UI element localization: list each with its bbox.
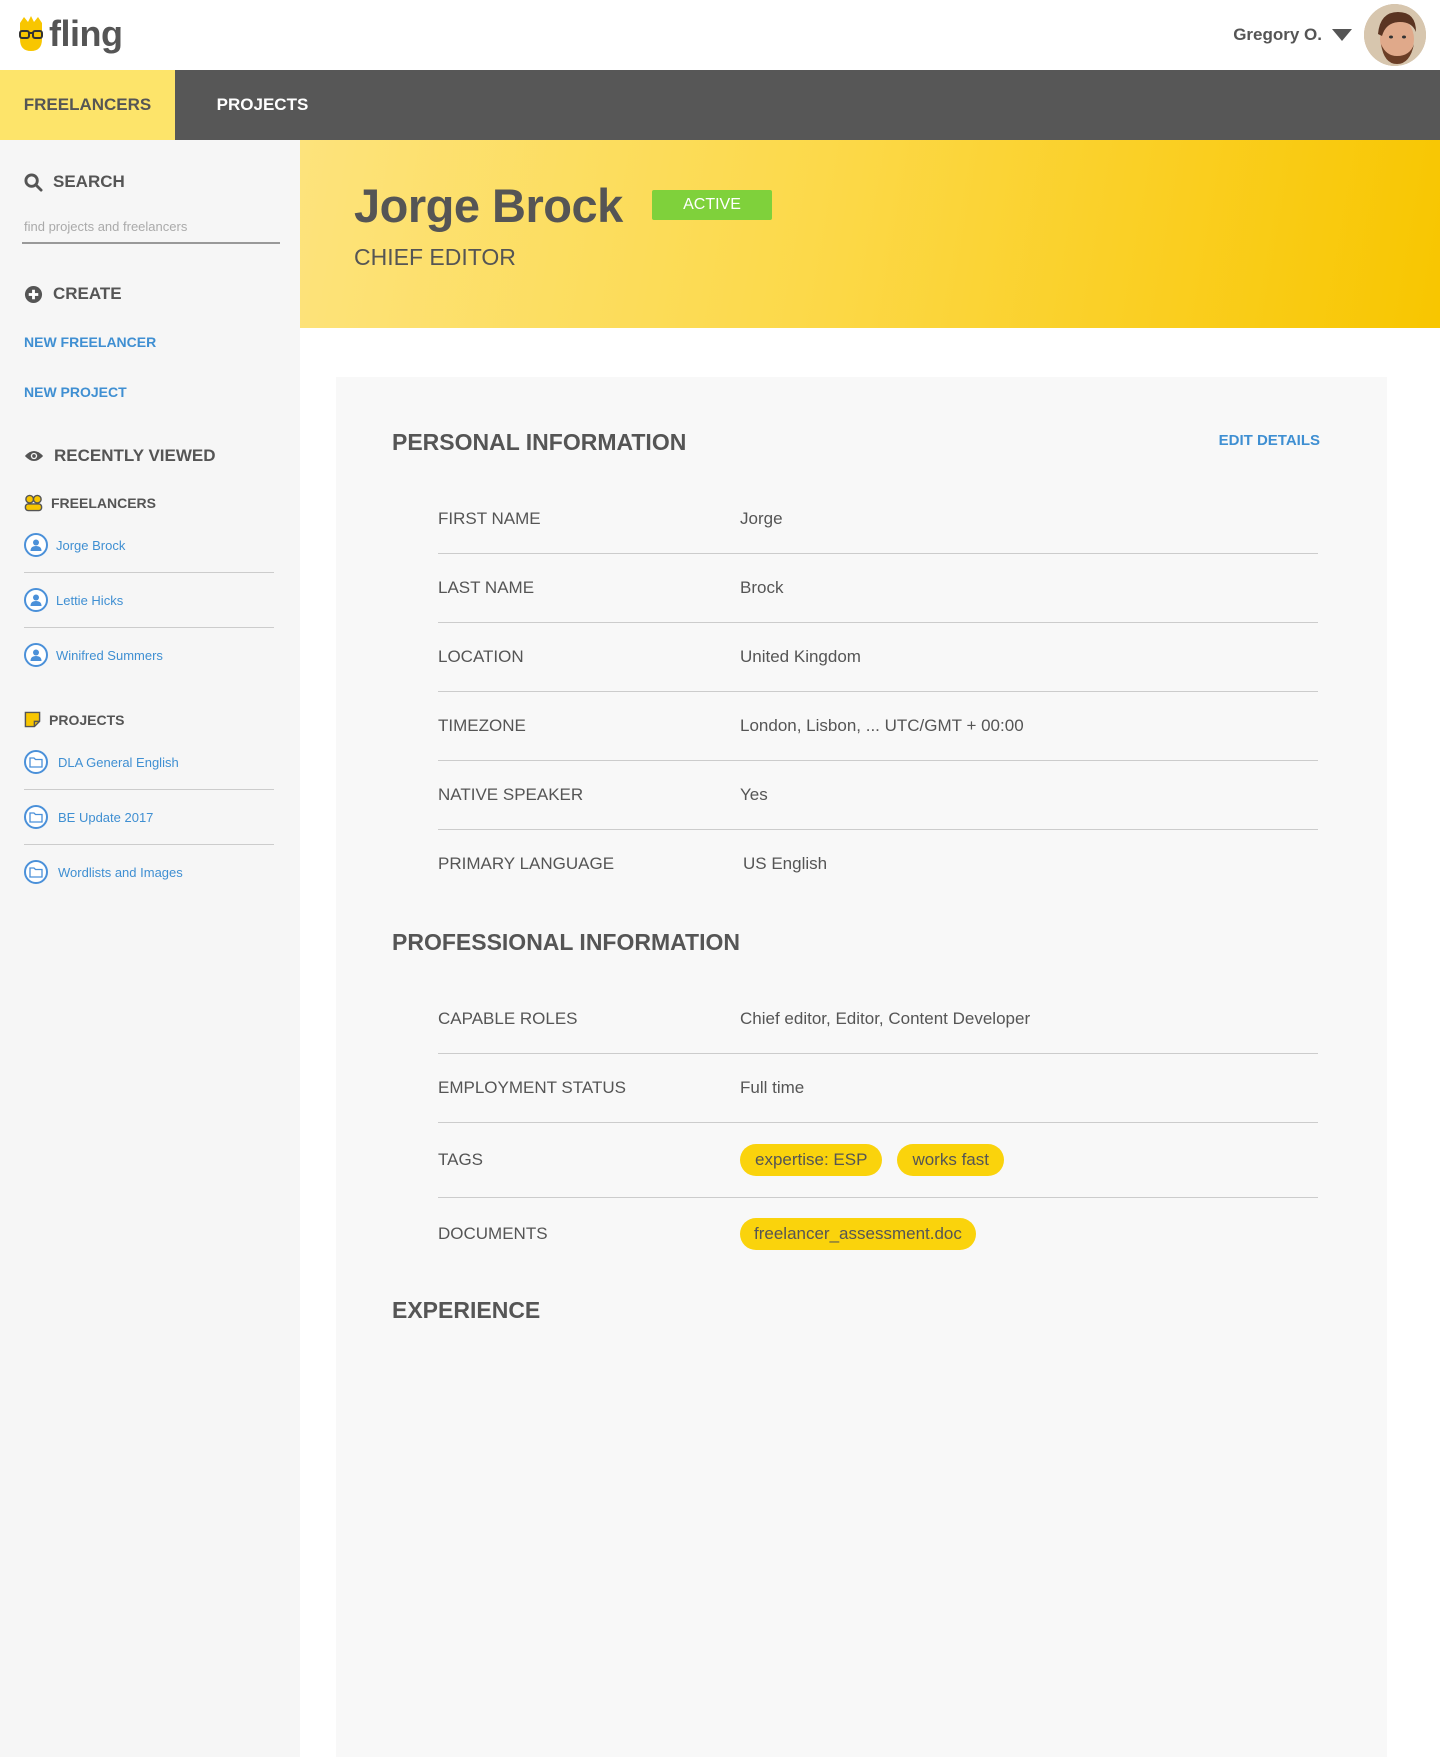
field-value: Brock: [740, 578, 784, 597]
user-icon: [24, 588, 48, 612]
search-input[interactable]: [22, 210, 280, 244]
field-row-tags: TAGS expertise: ESP works fast: [438, 1123, 1318, 1198]
recent-project-item[interactable]: Wordlists and Images: [24, 845, 274, 899]
status-badge: ACTIVE: [652, 190, 772, 220]
tag-pill[interactable]: expertise: ESP: [740, 1144, 883, 1176]
field-row: LOCATION United Kingdom: [438, 623, 1318, 692]
field-row: NATIVE SPEAKER Yes: [438, 761, 1318, 830]
recently-viewed-heading: RECENTLY VIEWED: [24, 446, 216, 466]
professional-info-title: PROFESSIONAL INFORMATION: [392, 929, 740, 955]
user-icon: [24, 643, 48, 667]
chevron-down-icon[interactable]: [1332, 29, 1352, 41]
plus-circle-icon: [24, 285, 43, 303]
recent-freelancer-name: Jorge Brock: [56, 537, 126, 553]
document-pill[interactable]: freelancer_assessment.doc: [740, 1218, 976, 1250]
field-value: London, Lisbon, ... UTC/GMT + 00:00: [740, 716, 1024, 735]
field-label: TAGS: [438, 1150, 484, 1169]
main-nav: FREELANCERS PROJECTS: [0, 70, 1440, 140]
new-freelancer-link[interactable]: NEW FREELANCER: [24, 334, 156, 350]
recent-project-item[interactable]: DLA General English: [24, 735, 274, 790]
recent-project-name: DLA General English: [58, 754, 179, 770]
field-value: US English: [743, 854, 828, 873]
field-label: FIRST NAME: [438, 509, 541, 528]
profile-card: PERSONAL INFORMATION EDIT DETAILS FIRST …: [336, 377, 1387, 1757]
search-heading: SEARCH: [24, 172, 125, 192]
recently-viewed-label: RECENTLY VIEWED: [54, 446, 216, 465]
profile-role: CHIEF EDITOR: [354, 244, 516, 270]
edit-details-button[interactable]: EDIT DETAILS: [1219, 432, 1320, 449]
recent-freelancer-item[interactable]: Jorge Brock: [24, 518, 274, 573]
folder-icon: [24, 860, 48, 884]
recent-freelancers-label: FREELANCERS: [51, 495, 157, 511]
group-icon: [24, 494, 43, 512]
folder-icon: [24, 750, 48, 774]
field-row: FIRST NAME Jorge: [438, 485, 1318, 554]
field-label: PRIMARY LANGUAGE: [438, 854, 615, 873]
field-label: LOCATION: [438, 647, 524, 666]
recent-projects-heading: PROJECTS: [24, 711, 124, 728]
logo-text: fling: [49, 13, 123, 54]
recent-project-item[interactable]: BE Update 2017: [24, 790, 274, 845]
field-label: DOCUMENTS: [438, 1224, 548, 1243]
field-value: United Kingdom: [740, 647, 861, 666]
note-icon: [24, 711, 41, 728]
tab-freelancers[interactable]: FREELANCERS: [0, 70, 175, 140]
create-label: CREATE: [53, 284, 122, 303]
field-value: Chief editor, Editor, Content Developer: [740, 1009, 1031, 1028]
personal-info-title: PERSONAL INFORMATION: [392, 429, 687, 455]
recent-freelancers-heading: FREELANCERS: [24, 494, 156, 512]
field-value: Full time: [740, 1078, 805, 1097]
profile-name: Jorge Brock: [354, 179, 623, 232]
tags-list: expertise: ESP works fast: [740, 1144, 1019, 1176]
create-heading: CREATE: [24, 284, 122, 304]
recent-freelancer-item[interactable]: Winifred Summers: [24, 628, 274, 682]
field-row: LAST NAME Brock: [438, 554, 1318, 623]
field-label: EMPLOYMENT STATUS: [438, 1078, 626, 1097]
field-row: TIMEZONE London, Lisbon, ... UTC/GMT + 0…: [438, 692, 1318, 761]
recent-freelancer-name: Winifred Summers: [56, 647, 163, 663]
field-value: Jorge: [740, 509, 783, 528]
field-row-documents: DOCUMENTS freelancer_assessment.doc: [438, 1198, 1318, 1270]
recent-freelancer-name: Lettie Hicks: [56, 592, 124, 608]
experience-title: EXPERIENCE: [392, 1297, 541, 1323]
profile-header: Jorge Brock ACTIVE CHIEF EDITOR: [300, 140, 1440, 328]
user-icon: [24, 533, 48, 557]
avatar[interactable]: [1364, 4, 1426, 66]
new-project-link[interactable]: NEW PROJECT: [24, 384, 127, 400]
recent-freelancer-item[interactable]: Lettie Hicks: [24, 573, 274, 628]
recent-project-name: Wordlists and Images: [58, 864, 183, 880]
field-label: LAST NAME: [438, 578, 535, 597]
field-row: CAPABLE ROLES Chief editor, Editor, Cont…: [438, 985, 1318, 1054]
logo-icon: [19, 16, 43, 51]
user-name: Gregory O.: [1233, 25, 1322, 44]
recent-projects-label: PROJECTS: [49, 711, 125, 728]
top-bar: fling Gregory O.: [0, 0, 1440, 70]
folder-icon: [24, 805, 48, 829]
tag-pill[interactable]: works fast: [897, 1144, 1004, 1176]
field-row: EMPLOYMENT STATUS Full time: [438, 1054, 1318, 1123]
logo[interactable]: fling: [17, 13, 123, 54]
field-row: PRIMARY LANGUAGE US English: [438, 830, 1318, 898]
eye-icon: [24, 451, 44, 461]
search-label: SEARCH: [53, 172, 125, 191]
documents-list: freelancer_assessment.doc: [740, 1218, 991, 1250]
user-menu[interactable]: Gregory O.: [1233, 4, 1426, 66]
field-label: CAPABLE ROLES: [438, 1009, 578, 1028]
sidebar: SEARCH CREATE NEW FREELANCER NEW PROJECT…: [0, 140, 300, 1757]
field-label: TIMEZONE: [438, 716, 526, 735]
field-value: Yes: [740, 785, 768, 804]
search-icon: [24, 172, 43, 192]
field-label: NATIVE SPEAKER: [438, 785, 584, 804]
recent-project-name: BE Update 2017: [58, 809, 154, 825]
tab-projects[interactable]: PROJECTS: [175, 70, 350, 140]
